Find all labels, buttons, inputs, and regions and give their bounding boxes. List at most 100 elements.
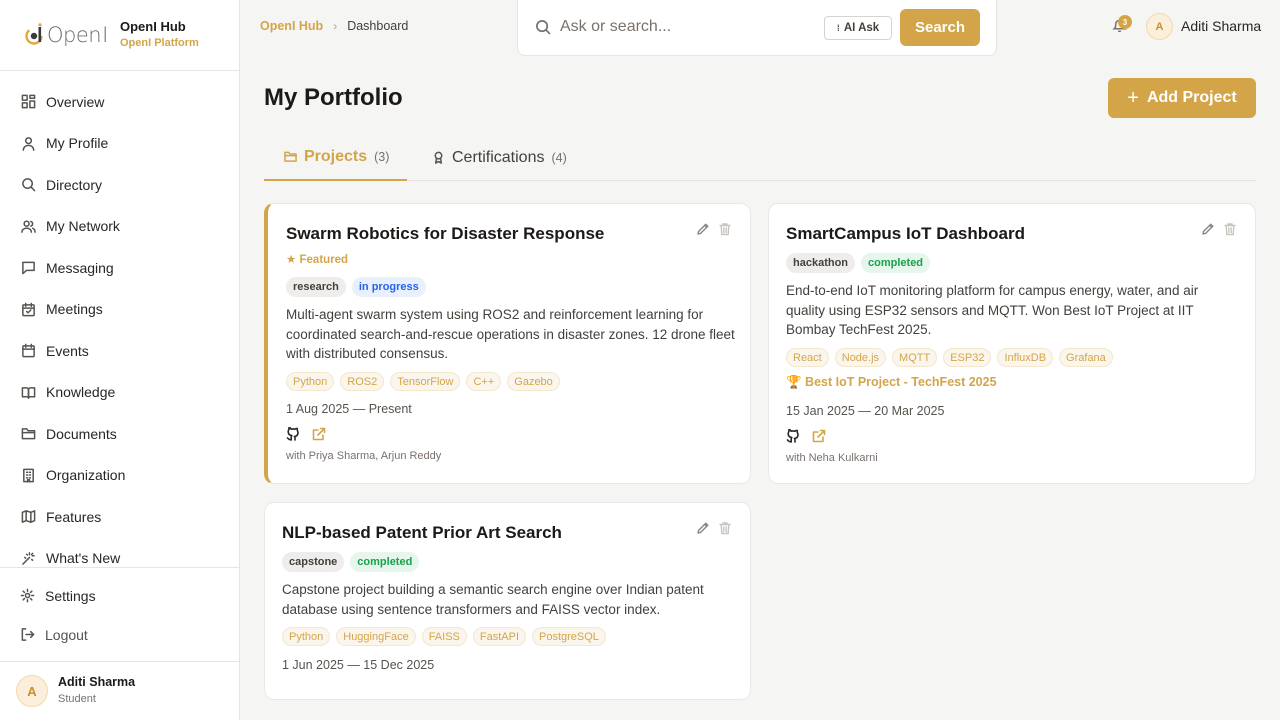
sidebar-item-messaging[interactable]: Messaging: [0, 247, 239, 289]
project-type-badge: hackathon: [786, 253, 856, 273]
project-links: [786, 428, 826, 446]
avatar[interactable]: A: [1146, 13, 1173, 40]
sidebar-item-label: Messaging: [46, 259, 114, 276]
tech-tag: Node.js: [834, 348, 887, 367]
avatar: A: [16, 675, 48, 707]
sidebar-item-label: My Network: [46, 218, 120, 235]
user-icon: [22, 136, 35, 151]
page-title: My Portfolio: [264, 84, 403, 111]
tech-tag: ROS2: [340, 372, 385, 391]
project-description: Multi-agent swarm system using ROS2 and …: [286, 307, 735, 361]
sidebar-item-features[interactable]: Features: [0, 496, 239, 538]
sidebar-footer: Settings Logout: [0, 567, 239, 654]
search-button[interactable]: Search: [900, 9, 980, 46]
ai-ask-label: AI Ask: [843, 22, 880, 34]
sidebar-item-whats-new[interactable]: What's New: [0, 538, 239, 568]
project-card[interactable]: SmartCampus IoT Dashboard hackathon comp…: [768, 203, 1256, 484]
tech-tag: FAISS: [421, 627, 467, 646]
add-project-button[interactable]: + Add Project: [1108, 78, 1256, 118]
brand-title: OpenI Hub: [120, 19, 186, 34]
project-dates: 15 Jan 2025 — 20 Mar 2025: [786, 404, 945, 418]
project-description: Capstone project building a semantic sea…: [282, 582, 704, 617]
pencil-icon: [697, 223, 709, 235]
project-title: Swarm Robotics for Disaster Response: [286, 224, 605, 243]
tab-count: (3): [374, 149, 390, 164]
project-card[interactable]: NLP-based Patent Prior Art Search capsto…: [264, 502, 751, 700]
project-type-badge: capstone: [282, 552, 345, 572]
calendar-icon: [22, 343, 35, 358]
tech-tag: MQTT: [892, 348, 938, 367]
trash-icon: [1224, 223, 1236, 236]
breadcrumb-current: Dashboard: [347, 19, 409, 33]
delete-button[interactable]: [718, 521, 732, 538]
delete-button[interactable]: [1223, 222, 1237, 239]
status-badge: in progress: [351, 277, 426, 297]
sidebar-item-documents[interactable]: Documents: [0, 413, 239, 455]
card-actions: [696, 521, 732, 538]
ai-ask-button[interactable]: ⁞ AI Ask: [824, 16, 892, 40]
sidebar-item-meetings[interactable]: Meetings: [0, 289, 239, 331]
logout-link[interactable]: Logout: [0, 615, 239, 654]
project-card[interactable]: Swarm Robotics for Disaster Response ★ F…: [264, 203, 751, 484]
breadcrumb-root[interactable]: OpenI Hub: [260, 19, 323, 33]
github-link[interactable]: [286, 426, 300, 444]
brand[interactable]: Open I OpenI Hub OpenI Platform: [0, 0, 239, 71]
tech-tag: PostgreSQL: [532, 627, 606, 646]
sidebar-item-events[interactable]: Events: [0, 330, 239, 372]
tab-certifications[interactable]: Certifications (4): [407, 134, 567, 181]
sidebar-item-overview[interactable]: Overview: [0, 81, 239, 123]
notification-badge: 3: [1118, 15, 1132, 29]
pencil-icon: [697, 522, 709, 534]
tech-tag: C++: [466, 372, 502, 391]
building-icon: [23, 468, 34, 483]
award-label: 🏆 Best IoT Project - TechFest 2025: [786, 375, 997, 389]
sidebar-item-label: Events: [46, 342, 89, 359]
search-input[interactable]: [560, 18, 820, 36]
plus-icon: +: [1127, 87, 1139, 109]
edit-button[interactable]: [696, 222, 710, 239]
message-icon: [22, 261, 35, 275]
external-link[interactable]: [312, 427, 326, 444]
project-chips: research in progress: [286, 277, 426, 297]
tech-tag: TensorFlow: [390, 372, 461, 391]
logo-mark-icon: [25, 23, 43, 45]
top-header: OpenI Hub › Dashboard ⁞ AI Ask Search 3 …: [240, 0, 1280, 56]
folder-icon: [284, 151, 297, 162]
tab-projects[interactable]: Projects (3): [264, 134, 407, 181]
portfolio-tabs: Projects (3) Certifications (4): [264, 134, 1256, 181]
chevron-right-icon: ›: [333, 19, 338, 33]
search-icon: [536, 19, 551, 35]
edit-button[interactable]: [1201, 222, 1215, 239]
delete-button[interactable]: [718, 222, 732, 239]
project-dates: 1 Jun 2025 — 15 Dec 2025: [282, 658, 435, 672]
tech-tag: React: [786, 348, 829, 367]
cursor-icon: ⁞: [836, 23, 840, 33]
sidebar-item-my-profile[interactable]: My Profile: [0, 123, 239, 165]
edit-button[interactable]: [696, 521, 710, 538]
tab-label: Certifications: [452, 148, 545, 166]
search-bar: ⁞ AI Ask Search: [517, 0, 997, 56]
sidebar-item-directory[interactable]: Directory: [0, 164, 239, 206]
award-icon: [434, 151, 443, 164]
sidebar-item-my-network[interactable]: My Network: [0, 206, 239, 248]
project-title: NLP-based Patent Prior Art Search: [282, 523, 562, 542]
sidebar-item-knowledge[interactable]: Knowledge: [0, 372, 239, 414]
tech-tag: FastAPI: [472, 627, 526, 646]
sidebar-item-label: Meetings: [46, 301, 103, 318]
external-link[interactable]: [812, 429, 826, 446]
card-actions: [1201, 222, 1237, 239]
search-icon: [22, 178, 36, 192]
gear-icon: [20, 588, 35, 603]
logo-word: Open: [47, 23, 102, 47]
project-collaborators: with Neha Kulkarni: [786, 452, 878, 464]
grid-icon: [21, 94, 36, 109]
user-role: Student: [58, 693, 96, 705]
sidebar-item-label: Features: [46, 508, 102, 525]
github-icon: [786, 428, 799, 443]
sidebar-user[interactable]: A Aditi Sharma Student: [0, 661, 239, 720]
settings-link[interactable]: Settings: [0, 576, 239, 615]
github-link[interactable]: [786, 428, 800, 446]
sidebar-item-organization[interactable]: Organization: [0, 455, 239, 497]
header-user-name[interactable]: Aditi Sharma: [1181, 18, 1261, 34]
calendar-check-icon: [22, 302, 35, 317]
